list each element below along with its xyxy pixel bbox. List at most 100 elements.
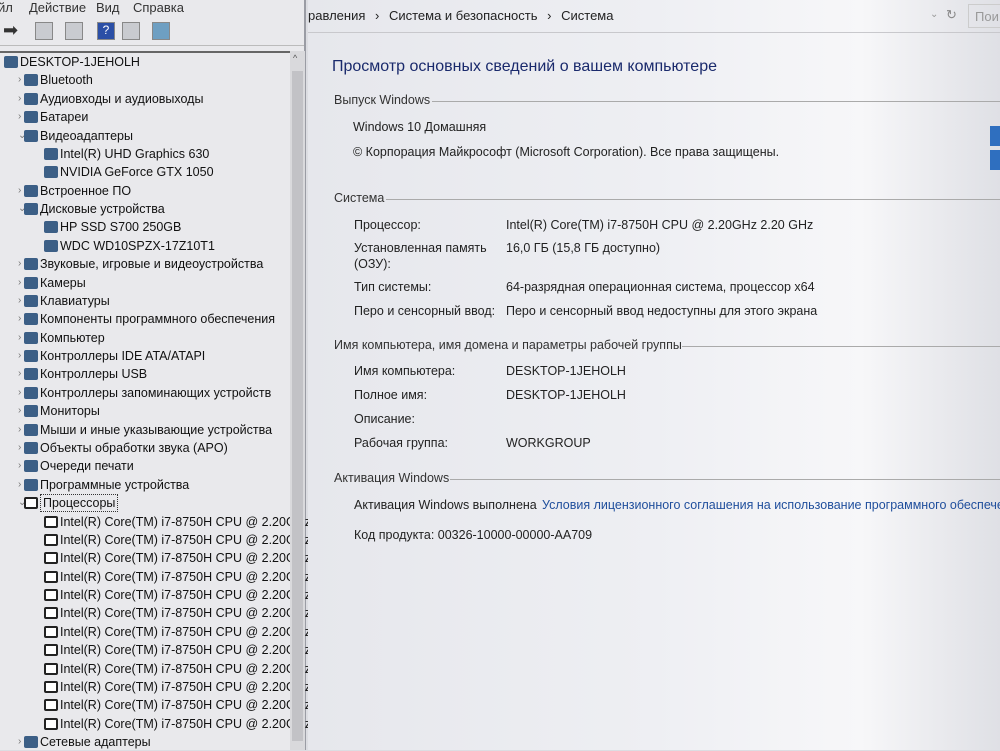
tree-item-label: Контроллеры USB [40, 367, 148, 382]
tree-item[interactable]: › Мониторы [0, 402, 290, 420]
properties-icon[interactable] [35, 22, 53, 40]
search-input[interactable]: Пои [968, 4, 1000, 28]
scrollbar-thumb[interactable] [292, 71, 303, 741]
tree-item[interactable]: HP SSD S700 250GB [0, 218, 290, 236]
chevron-right-icon[interactable]: › [18, 329, 21, 347]
tree-item[interactable]: › Компоненты программного обеспечения [0, 310, 290, 328]
tree-item[interactable]: › Сетевые адаптеры [0, 733, 290, 751]
chevron-right-icon[interactable]: › [18, 384, 21, 402]
tree-item[interactable]: Intel(R) Core(TM) i7-8750H CPU @ 2.20GHz [0, 678, 311, 696]
workgroup-label: Рабочая группа: [354, 436, 449, 450]
tree-item[interactable]: › Объекты обработки звука (APO) [0, 439, 290, 457]
monitor-icon [24, 405, 38, 418]
tree-item[interactable]: Intel(R) Core(TM) i7-8750H CPU @ 2.20GHz [0, 568, 311, 586]
tree-item[interactable]: Intel(R) Core(TM) i7-8750H CPU @ 2.20GHz [0, 623, 311, 641]
chevron-right-icon[interactable]: › [18, 292, 21, 310]
device-manager-window: йл Действие Вид Справка ➡ ? ⌄DESKTOP-1JE… [0, 0, 311, 751]
tree-item[interactable]: ⌄ Видеоадаптеры [0, 127, 290, 145]
tree-item-label: Видеоадаптеры [40, 128, 133, 143]
tree-item[interactable]: Intel(R) Core(TM) i7-8750H CPU @ 2.20GHz [0, 531, 311, 549]
tree-item[interactable]: Intel(R) Core(TM) i7-8750H CPU @ 2.20GHz [0, 513, 311, 531]
tree-item[interactable]: ⌄ Процессоры [0, 494, 290, 513]
chevron-right-icon[interactable]: › [18, 108, 21, 126]
product-key: Код продукта: 00326-10000-00000-AA709 [354, 528, 593, 542]
chevron-right-icon[interactable]: › [18, 274, 21, 292]
tree-item[interactable]: Intel(R) Core(TM) i7-8750H CPU @ 2.20GHz [0, 549, 311, 567]
forward-icon[interactable]: ➡ [3, 21, 21, 40]
computer-icon [24, 331, 38, 344]
tree-item[interactable]: Intel(R) Core(TM) i7-8750H CPU @ 2.20GHz [0, 604, 311, 622]
section-system: Система [334, 191, 1000, 205]
chevron-right-icon[interactable]: › [18, 402, 21, 420]
tree-item[interactable]: › Контроллеры USB [0, 365, 290, 383]
help-icon[interactable]: ? [97, 22, 115, 40]
show-hidden-icon[interactable] [122, 22, 140, 40]
tree-item[interactable]: › Аудиовходы и аудиовыходы [0, 90, 290, 108]
tree-item-label: WDC WD10SPZX-17Z10T1 [60, 238, 215, 253]
tree-item-label: Intel(R) Core(TM) i7-8750H CPU @ 2.20GHz [60, 643, 311, 658]
chevron-right-icon[interactable]: › [18, 310, 21, 328]
tree-item[interactable]: › Батареи [0, 108, 290, 126]
breadcrumb-security[interactable]: Система и безопасность [389, 8, 538, 23]
chevron-right-icon[interactable]: › [18, 457, 21, 475]
tree-item-label: Процессоры [40, 494, 119, 513]
tree-item[interactable]: › Контроллеры запоминающих устройств [0, 384, 290, 402]
chevron-right-icon[interactable]: › [18, 347, 21, 365]
processor-label: Процессор: [354, 218, 421, 232]
chevron-right-icon[interactable]: › [18, 439, 21, 457]
tree-item-label: DESKTOP-1JEHOLH [20, 55, 140, 69]
tree-item[interactable]: NVIDIA GeForce GTX 1050 [0, 163, 290, 181]
menu-file[interactable]: йл [0, 0, 13, 15]
tree-item[interactable]: › Клавиатуры [0, 292, 290, 310]
refresh-icon[interactable]: ↻ [946, 7, 957, 23]
tree-item[interactable]: › Компьютер [0, 329, 290, 347]
firmware-icon [24, 184, 38, 197]
chevron-right-icon[interactable]: › [18, 476, 21, 494]
description-label: Описание: [354, 412, 415, 426]
tree-item[interactable]: › Камеры [0, 274, 290, 292]
tree-item-label: HP SSD S700 250GB [60, 220, 182, 235]
menu-view[interactable]: Вид [96, 0, 120, 15]
tree-item[interactable]: Intel(R) Core(TM) i7-8750H CPU @ 2.20GHz [0, 660, 311, 678]
tree-item[interactable]: ⌄DESKTOP-1JEHOLH [0, 53, 290, 71]
display-adapter-icon [24, 129, 38, 142]
chevron-right-icon[interactable]: › [18, 182, 21, 200]
menu-help[interactable]: Справка [133, 0, 184, 15]
address-bar[interactable]: равления › Система и безопасность › Сист… [308, 0, 1000, 33]
tree-item[interactable]: Intel(R) Core(TM) i7-8750H CPU @ 2.20GHz [0, 641, 311, 659]
update-driver-icon[interactable] [65, 22, 83, 40]
chevron-right-icon[interactable]: › [18, 255, 21, 273]
chevron-down-icon[interactable]: ⌄ [930, 9, 938, 20]
processor-icon [44, 717, 58, 730]
menu-action[interactable]: Действие [29, 0, 86, 15]
tree-item[interactable]: Intel(R) Core(TM) i7-8750H CPU @ 2.20GHz [0, 715, 311, 733]
breadcrumb-control-panel[interactable]: равления [308, 8, 365, 23]
tree-item[interactable]: Intel(R) UHD Graphics 630 [0, 145, 290, 163]
printer-icon [24, 460, 38, 473]
monitor-icon[interactable] [152, 22, 170, 40]
ram-label: Установленная память [354, 241, 487, 255]
display-adapter-icon [44, 166, 58, 179]
tree-item[interactable]: › Звуковые, игровые и видеоустройства [0, 255, 290, 273]
license-terms-link[interactable]: Условия лицензионного соглашения на испо… [542, 498, 1000, 512]
tree-item[interactable]: Intel(R) Core(TM) i7-8750H CPU @ 2.20GHz [0, 586, 311, 604]
chevron-right-icon[interactable]: › [18, 733, 21, 751]
processor-icon [44, 644, 58, 657]
tree-item[interactable]: › Контроллеры IDE ATA/ATAPI [0, 347, 290, 365]
tree-item[interactable]: › Встроенное ПО [0, 182, 290, 200]
tree-item[interactable]: Intel(R) Core(TM) i7-8750H CPU @ 2.20GHz [0, 696, 311, 714]
tree-item[interactable]: WDC WD10SPZX-17Z10T1 [0, 237, 290, 255]
chevron-right-icon[interactable]: › [18, 90, 21, 108]
chevron-right-icon[interactable]: › [18, 71, 21, 89]
tree-item[interactable]: › Мыши и иные указывающие устройства [0, 421, 290, 439]
tree-item[interactable]: › Bluetooth [0, 71, 290, 89]
tree-item[interactable]: ⌄ Дисковые устройства [0, 200, 290, 218]
scroll-up-icon[interactable]: ^ [293, 53, 297, 63]
tree-item-label: Очереди печати [40, 459, 134, 474]
tree-item[interactable]: › Очереди печати [0, 457, 290, 475]
breadcrumb-system[interactable]: Система [561, 8, 613, 23]
chevron-right-icon[interactable]: › [18, 421, 21, 439]
tree-item[interactable]: › Программные устройства [0, 476, 290, 494]
tree-scrollbar[interactable]: ^ [290, 51, 305, 750]
chevron-right-icon[interactable]: › [18, 365, 21, 383]
